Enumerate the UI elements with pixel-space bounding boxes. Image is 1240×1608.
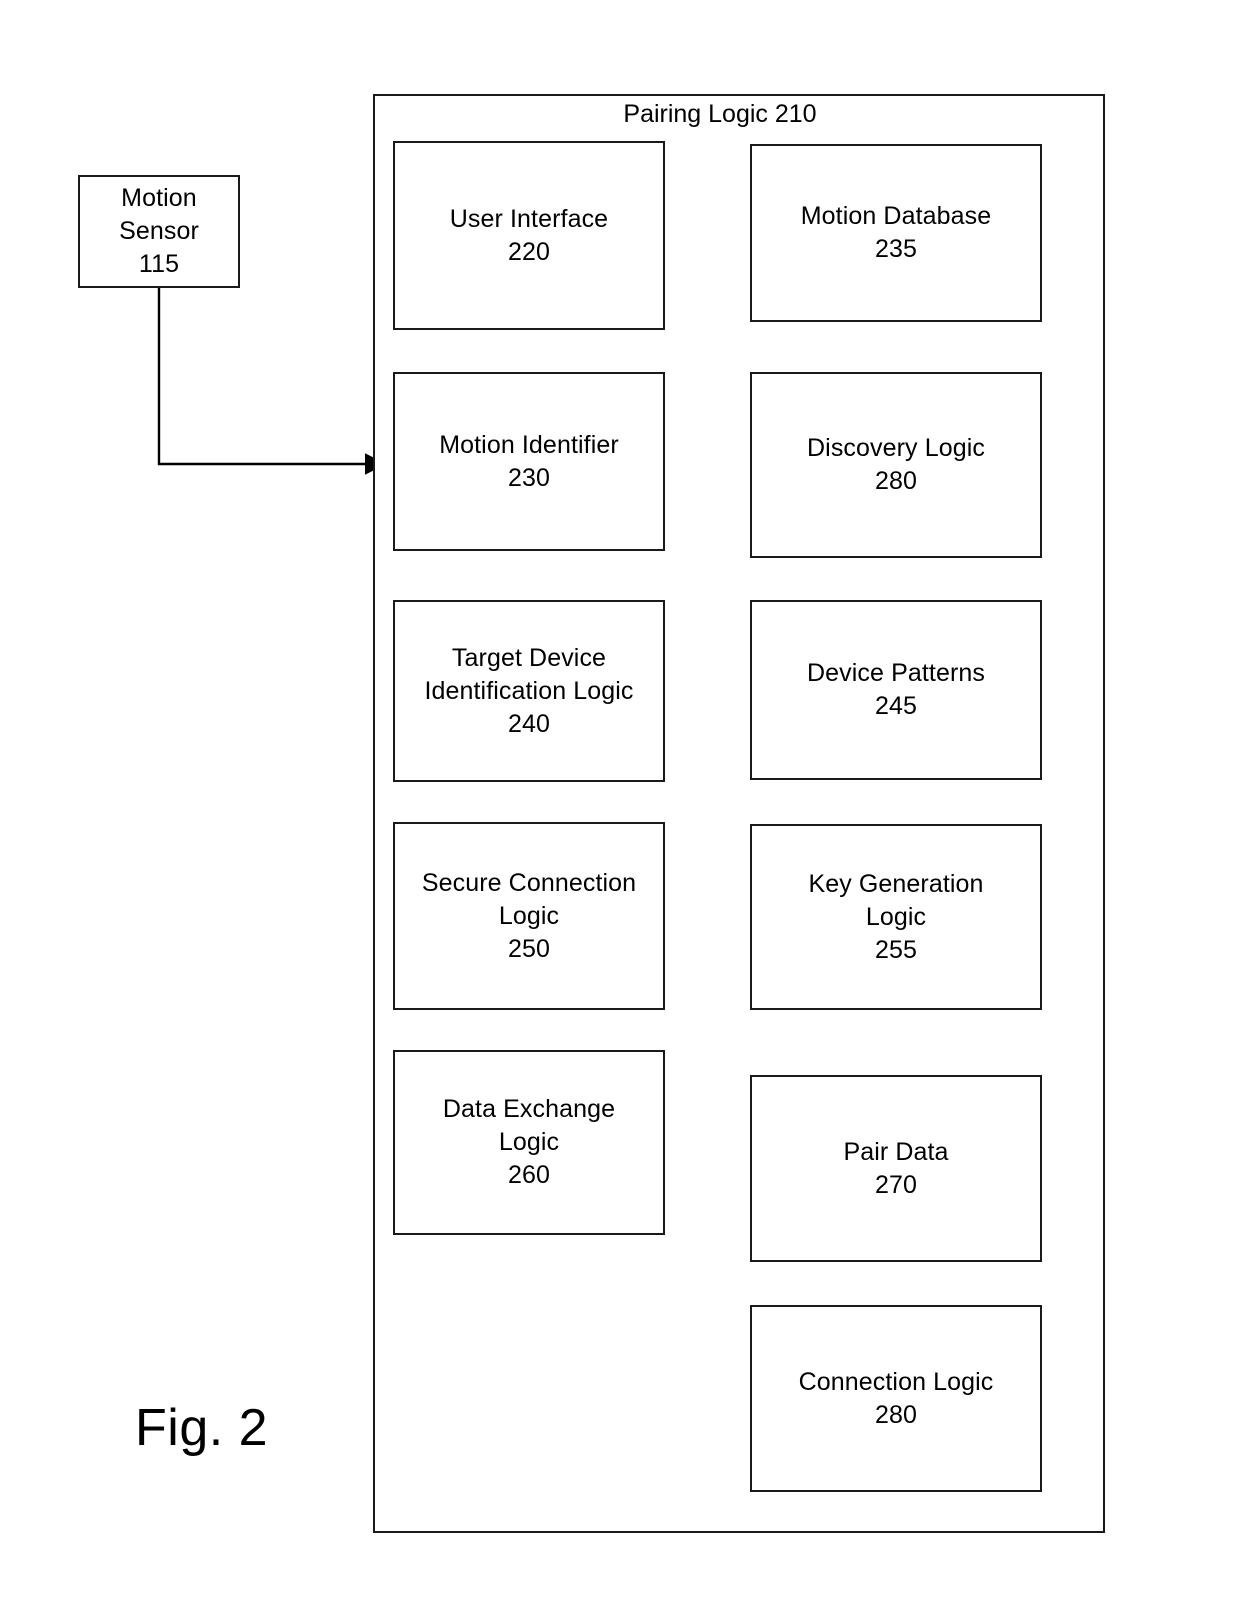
block-motion-database-title: Motion Database <box>800 202 992 230</box>
block-target-device-ref: 240 <box>507 709 550 738</box>
block-data-exchange-title2: Logic <box>498 1128 560 1156</box>
block-discovery-logic[interactable]: Discovery Logic 280 <box>750 372 1042 558</box>
block-target-device-identification-logic[interactable]: Target Device Identification Logic 240 <box>393 600 665 782</box>
block-discovery-logic-ref: 280 <box>874 467 917 495</box>
figure-label: Fig. 2 <box>135 1399 269 1457</box>
connector-motion-sensor-to-motion-identifier <box>157 288 387 475</box>
block-user-interface-title: User Interface <box>449 204 609 233</box>
block-motion-identifier[interactable]: Motion Identifier 230 <box>393 372 665 551</box>
block-pair-data-title: Pair Data <box>843 1137 949 1166</box>
pairing-logic-title: Pairing Logic 210 <box>620 98 820 131</box>
block-motion-sensor-title: Motion <box>121 184 197 212</box>
block-pair-data-ref: 270 <box>874 1170 917 1199</box>
figure-page: Pairing Logic 210 Motion Sensor 115 User… <box>0 0 1240 1608</box>
block-data-exchange-logic[interactable]: Data Exchange Logic 260 <box>393 1050 665 1235</box>
block-secure-connection-logic[interactable]: Secure Connection Logic 250 <box>393 822 665 1010</box>
block-connection-logic-ref: 280 <box>874 1400 917 1429</box>
block-target-device-title: Target Device <box>451 643 607 672</box>
block-secure-connection-ref: 250 <box>507 934 550 963</box>
block-data-exchange-title: Data Exchange <box>442 1095 616 1123</box>
block-motion-database[interactable]: Motion Database 235 <box>750 144 1042 322</box>
block-motion-identifier-title: Motion Identifier <box>439 430 619 459</box>
block-connection-logic[interactable]: Connection Logic 280 <box>750 1305 1042 1492</box>
block-discovery-logic-title: Discovery Logic <box>807 434 985 462</box>
block-motion-sensor-ref: 115 <box>138 250 180 278</box>
block-user-interface-ref: 220 <box>507 237 550 266</box>
block-key-generation-ref: 255 <box>874 935 917 964</box>
block-user-interface[interactable]: User Interface 220 <box>393 141 665 330</box>
block-motion-sensor[interactable]: Motion Sensor 115 <box>78 175 240 288</box>
block-key-generation-title: Key Generation <box>808 869 984 898</box>
block-pair-data[interactable]: Pair Data 270 <box>750 1075 1042 1262</box>
block-device-patterns-title: Device Patterns <box>807 659 985 687</box>
block-connection-logic-title: Connection Logic <box>798 1367 994 1396</box>
block-data-exchange-ref: 260 <box>507 1161 550 1189</box>
block-secure-connection-title2: Logic <box>498 901 560 930</box>
block-key-generation-title2: Logic <box>865 902 927 931</box>
block-target-device-title2: Identification Logic <box>424 676 634 705</box>
block-secure-connection-title: Secure Connection <box>421 868 637 897</box>
block-motion-database-ref: 235 <box>874 235 917 263</box>
pairing-logic-ref: 210 <box>774 100 817 128</box>
block-device-patterns[interactable]: Device Patterns 245 <box>750 600 1042 780</box>
block-motion-identifier-ref: 230 <box>507 463 550 492</box>
block-motion-sensor-title2: Sensor <box>119 217 199 245</box>
pairing-logic-title-text: Pairing Logic <box>623 100 768 128</box>
block-key-generation-logic[interactable]: Key Generation Logic 255 <box>750 824 1042 1010</box>
block-device-patterns-ref: 245 <box>874 692 917 720</box>
